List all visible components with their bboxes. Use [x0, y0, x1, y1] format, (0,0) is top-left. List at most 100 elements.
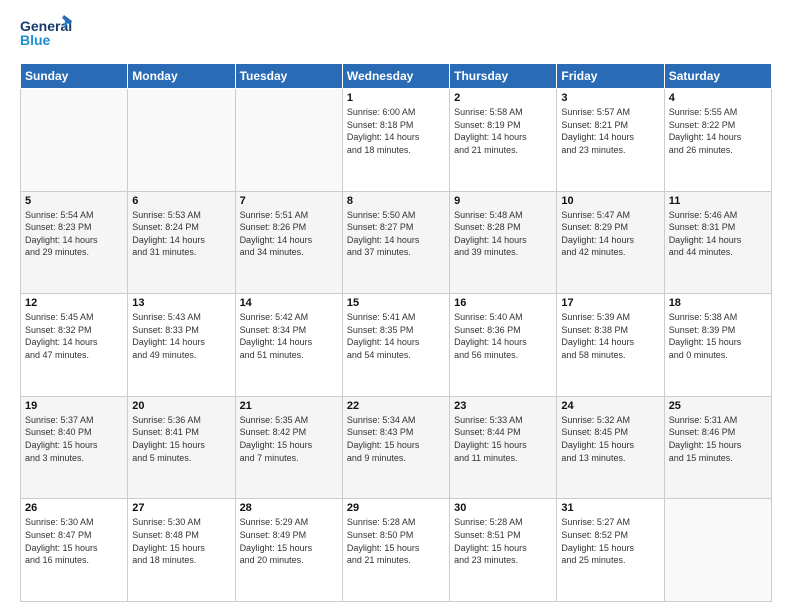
day-info: Sunrise: 5:43 AM Sunset: 8:33 PM Dayligh…: [132, 311, 230, 361]
calendar-cell: 17 Sunrise: 5:39 AM Sunset: 8:38 PM Dayli…: [557, 294, 664, 397]
calendar-cell: 2 Sunrise: 5:58 AM Sunset: 8:19 PM Daylig…: [450, 89, 557, 192]
calendar-week-row: 19 Sunrise: 5:37 AM Sunset: 8:40 PM Dayli…: [21, 396, 772, 499]
calendar-cell: 25 Sunrise: 5:31 AM Sunset: 8:46 PM Dayli…: [664, 396, 771, 499]
day-number: 24: [561, 400, 659, 412]
day-info: Sunrise: 5:29 AM Sunset: 8:49 PM Dayligh…: [240, 516, 338, 566]
day-info: Sunrise: 5:57 AM Sunset: 8:21 PM Dayligh…: [561, 106, 659, 156]
day-number: 22: [347, 400, 445, 412]
day-info: Sunrise: 5:46 AM Sunset: 8:31 PM Dayligh…: [669, 209, 767, 259]
calendar-cell: [235, 89, 342, 192]
day-number: 2: [454, 92, 552, 104]
day-info: Sunrise: 5:51 AM Sunset: 8:26 PM Dayligh…: [240, 209, 338, 259]
page: General Blue SundayMondayTuesdayWednesda…: [0, 0, 792, 612]
day-number: 16: [454, 297, 552, 309]
day-number: 20: [132, 400, 230, 412]
day-info: Sunrise: 5:40 AM Sunset: 8:36 PM Dayligh…: [454, 311, 552, 361]
day-info: Sunrise: 5:27 AM Sunset: 8:52 PM Dayligh…: [561, 516, 659, 566]
calendar: SundayMondayTuesdayWednesdayThursdayFrid…: [20, 63, 772, 602]
day-info: Sunrise: 5:33 AM Sunset: 8:44 PM Dayligh…: [454, 414, 552, 464]
day-info: Sunrise: 5:54 AM Sunset: 8:23 PM Dayligh…: [25, 209, 123, 259]
day-number: 9: [454, 195, 552, 207]
day-number: 19: [25, 400, 123, 412]
calendar-header-thursday: Thursday: [450, 64, 557, 89]
header: General Blue: [20, 15, 772, 55]
day-info: Sunrise: 5:50 AM Sunset: 8:27 PM Dayligh…: [347, 209, 445, 259]
calendar-cell: 14 Sunrise: 5:42 AM Sunset: 8:34 PM Dayli…: [235, 294, 342, 397]
logo-svg: General Blue: [20, 15, 72, 55]
calendar-cell: 3 Sunrise: 5:57 AM Sunset: 8:21 PM Daylig…: [557, 89, 664, 192]
calendar-cell: 4Sunrise: 5:55 AM Sunset: 8:22 PM Daylig…: [664, 89, 771, 192]
calendar-cell: 23 Sunrise: 5:33 AM Sunset: 8:44 PM Dayli…: [450, 396, 557, 499]
day-number: 23: [454, 400, 552, 412]
day-info: Sunrise: 5:38 AM Sunset: 8:39 PM Dayligh…: [669, 311, 767, 361]
day-info: Sunrise: 5:30 AM Sunset: 8:47 PM Dayligh…: [25, 516, 123, 566]
calendar-cell: [664, 499, 771, 602]
day-number: 10: [561, 195, 659, 207]
calendar-cell: 9 Sunrise: 5:48 AM Sunset: 8:28 PM Daylig…: [450, 191, 557, 294]
calendar-week-row: 26Sunrise: 5:30 AM Sunset: 8:47 PM Dayli…: [21, 499, 772, 602]
calendar-cell: 11Sunrise: 5:46 AM Sunset: 8:31 PM Dayli…: [664, 191, 771, 294]
calendar-cell: 16 Sunrise: 5:40 AM Sunset: 8:36 PM Dayli…: [450, 294, 557, 397]
day-info: Sunrise: 5:39 AM Sunset: 8:38 PM Dayligh…: [561, 311, 659, 361]
calendar-cell: 20 Sunrise: 5:36 AM Sunset: 8:41 PM Dayli…: [128, 396, 235, 499]
calendar-header-friday: Friday: [557, 64, 664, 89]
day-number: 27: [132, 502, 230, 514]
day-number: 29: [347, 502, 445, 514]
calendar-cell: 31 Sunrise: 5:27 AM Sunset: 8:52 PM Dayli…: [557, 499, 664, 602]
calendar-cell: 26Sunrise: 5:30 AM Sunset: 8:47 PM Dayli…: [21, 499, 128, 602]
day-number: 31: [561, 502, 659, 514]
day-info: Sunrise: 5:37 AM Sunset: 8:40 PM Dayligh…: [25, 414, 123, 464]
calendar-cell: 21Sunrise: 5:35 AM Sunset: 8:42 PM Dayli…: [235, 396, 342, 499]
calendar-cell: 27 Sunrise: 5:30 AM Sunset: 8:48 PM Dayli…: [128, 499, 235, 602]
day-number: 17: [561, 297, 659, 309]
day-info: Sunrise: 5:32 AM Sunset: 8:45 PM Dayligh…: [561, 414, 659, 464]
calendar-cell: 30Sunrise: 5:28 AM Sunset: 8:51 PM Dayli…: [450, 499, 557, 602]
logo: General Blue: [20, 15, 72, 55]
day-number: 13: [132, 297, 230, 309]
day-info: Sunrise: 5:48 AM Sunset: 8:28 PM Dayligh…: [454, 209, 552, 259]
day-number: 6: [132, 195, 230, 207]
calendar-week-row: 12 Sunrise: 5:45 AM Sunset: 8:32 PM Dayli…: [21, 294, 772, 397]
day-info: Sunrise: 5:31 AM Sunset: 8:46 PM Dayligh…: [669, 414, 767, 464]
calendar-cell: [21, 89, 128, 192]
day-number: 18: [669, 297, 767, 309]
day-info: Sunrise: 5:30 AM Sunset: 8:48 PM Dayligh…: [132, 516, 230, 566]
day-info: Sunrise: 5:58 AM Sunset: 8:19 PM Dayligh…: [454, 106, 552, 156]
day-info: Sunrise: 5:42 AM Sunset: 8:34 PM Dayligh…: [240, 311, 338, 361]
day-info: Sunrise: 5:55 AM Sunset: 8:22 PM Dayligh…: [669, 106, 767, 156]
day-number: 5: [25, 195, 123, 207]
day-number: 8: [347, 195, 445, 207]
calendar-cell: 24 Sunrise: 5:32 AM Sunset: 8:45 PM Dayli…: [557, 396, 664, 499]
calendar-cell: 7 Sunrise: 5:51 AM Sunset: 8:26 PM Daylig…: [235, 191, 342, 294]
day-info: Sunrise: 5:34 AM Sunset: 8:43 PM Dayligh…: [347, 414, 445, 464]
day-info: Sunrise: 6:00 AM Sunset: 8:18 PM Dayligh…: [347, 106, 445, 156]
day-info: Sunrise: 5:36 AM Sunset: 8:41 PM Dayligh…: [132, 414, 230, 464]
day-info: Sunrise: 5:35 AM Sunset: 8:42 PM Dayligh…: [240, 414, 338, 464]
day-number: 3: [561, 92, 659, 104]
calendar-header-tuesday: Tuesday: [235, 64, 342, 89]
day-info: Sunrise: 5:41 AM Sunset: 8:35 PM Dayligh…: [347, 311, 445, 361]
day-info: Sunrise: 5:47 AM Sunset: 8:29 PM Dayligh…: [561, 209, 659, 259]
calendar-cell: 22 Sunrise: 5:34 AM Sunset: 8:43 PM Dayli…: [342, 396, 449, 499]
calendar-cell: 5 Sunrise: 5:54 AM Sunset: 8:23 PM Daylig…: [21, 191, 128, 294]
calendar-header-row: SundayMondayTuesdayWednesdayThursdayFrid…: [21, 64, 772, 89]
day-number: 28: [240, 502, 338, 514]
day-number: 12: [25, 297, 123, 309]
calendar-cell: 8 Sunrise: 5:50 AM Sunset: 8:27 PM Daylig…: [342, 191, 449, 294]
day-info: Sunrise: 5:28 AM Sunset: 8:50 PM Dayligh…: [347, 516, 445, 566]
day-number: 15: [347, 297, 445, 309]
day-number: 14: [240, 297, 338, 309]
calendar-header-wednesday: Wednesday: [342, 64, 449, 89]
calendar-header-monday: Monday: [128, 64, 235, 89]
day-number: 25: [669, 400, 767, 412]
calendar-cell: 19 Sunrise: 5:37 AM Sunset: 8:40 PM Dayli…: [21, 396, 128, 499]
calendar-cell: [128, 89, 235, 192]
svg-text:Blue: Blue: [20, 32, 51, 48]
calendar-cell: 6 Sunrise: 5:53 AM Sunset: 8:24 PM Daylig…: [128, 191, 235, 294]
calendar-cell: 1Sunrise: 6:00 AM Sunset: 8:18 PM Daylig…: [342, 89, 449, 192]
day-number: 7: [240, 195, 338, 207]
day-info: Sunrise: 5:53 AM Sunset: 8:24 PM Dayligh…: [132, 209, 230, 259]
calendar-header-sunday: Sunday: [21, 64, 128, 89]
calendar-cell: 28 Sunrise: 5:29 AM Sunset: 8:49 PM Dayli…: [235, 499, 342, 602]
day-info: Sunrise: 5:45 AM Sunset: 8:32 PM Dayligh…: [25, 311, 123, 361]
